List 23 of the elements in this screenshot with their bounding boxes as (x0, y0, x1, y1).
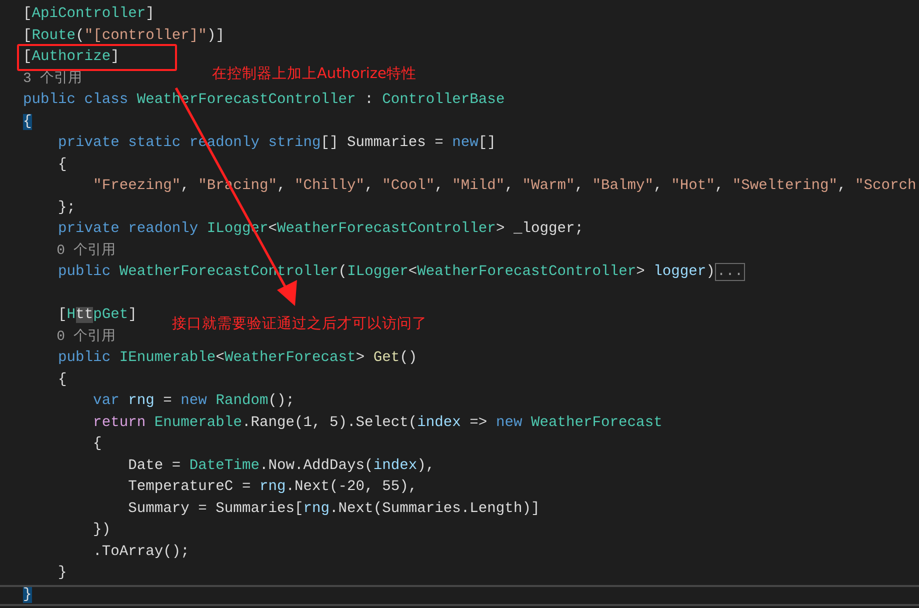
annotation-text: 接口就需要验证通过之后才可以访问了 (172, 314, 427, 333)
code-line: [Authorize] (23, 48, 120, 67)
code-line: { (57, 156, 67, 174)
code-line: [ApiController] (23, 5, 154, 24)
code-line: { (92, 435, 102, 454)
reference-count: 0 个引用 (56, 328, 116, 346)
code-line: return Enumerable.Range(1, 5).Select(index => new WeatherForecast (92, 414, 662, 432)
code-line: }) (92, 521, 111, 540)
code-line: var rng = new Random(); (92, 392, 295, 411)
code-line: public IEnumerable<WeatherForecast> Get() (57, 349, 418, 368)
code-line: TemperatureC = rng.Next(-20, 55), (127, 478, 418, 497)
code-line: } (0, 584, 919, 606)
code-line: } (57, 564, 67, 583)
code-line: }; (57, 198, 76, 218)
reference-count: 3 个引用 (23, 70, 82, 88)
code-line: Summary = Summaries[rng.Next(Summaries.Length)] (127, 500, 540, 518)
code-line: [HttpGet] (57, 306, 137, 325)
code-line: Date = DateTime.Now.AddDays(index), (127, 456, 435, 476)
annotation-text: 在控制器上加上Authorize特性 (212, 65, 416, 83)
reference-count: 0 个引用 (56, 242, 116, 260)
code-line: { (57, 370, 67, 390)
code-line: .ToArray(); (92, 542, 190, 562)
code-line: [Route("[controller]")] (23, 26, 224, 46)
